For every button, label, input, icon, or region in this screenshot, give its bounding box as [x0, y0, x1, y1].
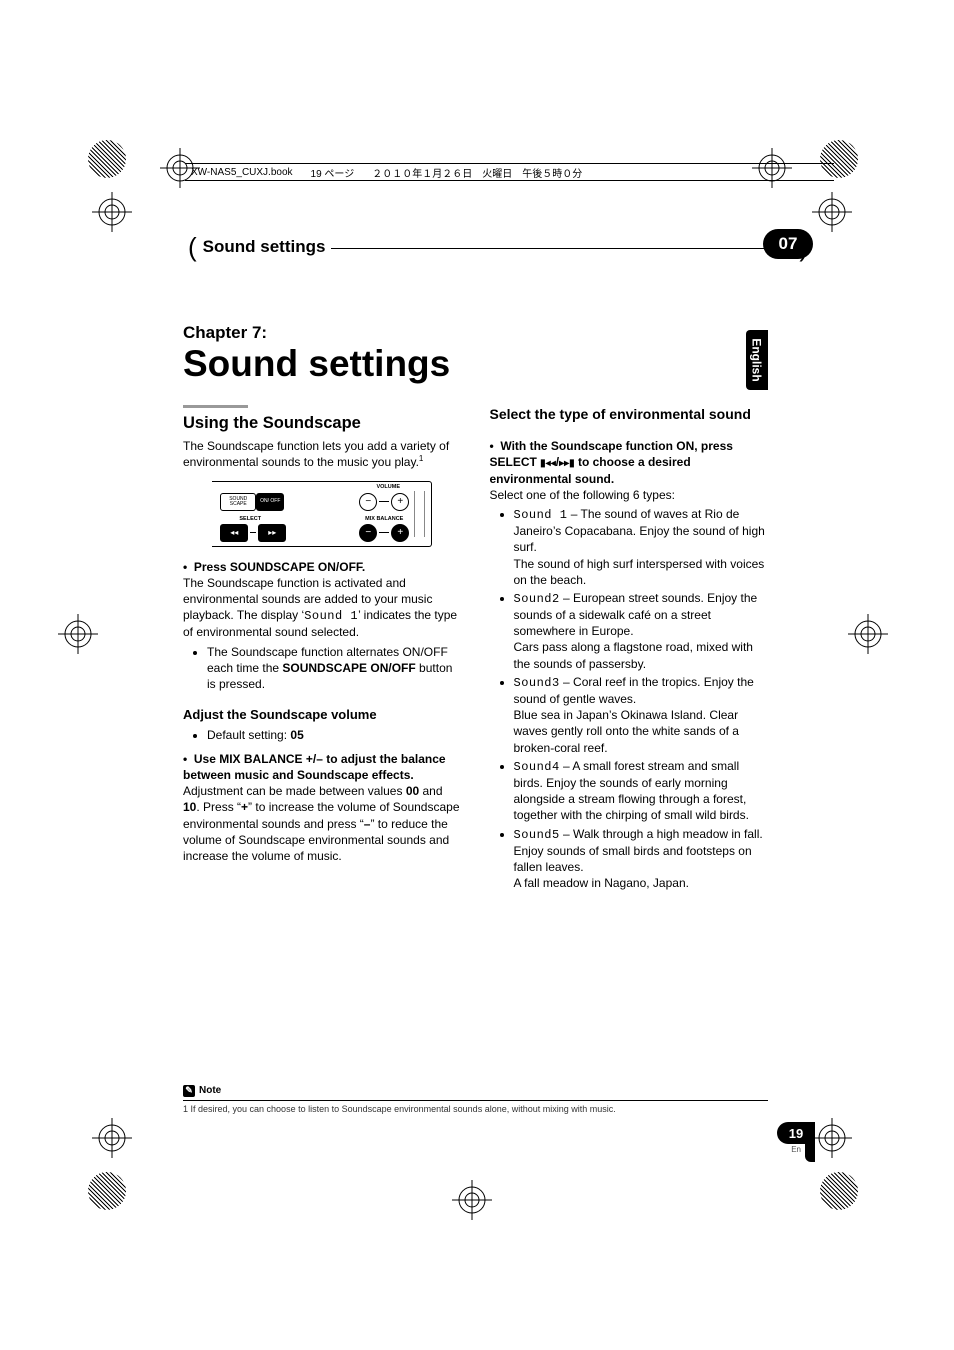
section-rule: [183, 405, 248, 408]
note-text: 1 If desired, you can choose to listen t…: [183, 1104, 768, 1114]
segment-display-text: Sound 1: [304, 609, 358, 623]
prev-track-icon: [540, 455, 556, 469]
sound-type-item: Sound 1 – The sound of waves at Rio de J…: [514, 506, 769, 588]
registration-mark-icon: [58, 614, 98, 654]
step-lead: • With the Soundscape function ON, press…: [490, 438, 769, 487]
remote-label-mixbalance: MIX BALANCE: [349, 516, 419, 523]
intro-paragraph: The Soundscape function lets you add a v…: [183, 438, 462, 470]
segment-display-text: Sound5: [514, 828, 560, 842]
file-page: 19 ページ: [311, 165, 355, 180]
rule-line: [331, 248, 793, 249]
soundscape-button: SOUND SCAPE: [220, 493, 256, 511]
registration-mark-icon: [848, 614, 888, 654]
hatched-circle: [88, 1172, 126, 1210]
remote-row: − +: [220, 524, 423, 542]
step-body: The Soundscape function is activated and…: [183, 575, 462, 641]
note-tag: ✎ Note: [183, 1085, 221, 1097]
remote-label-select: SELECT: [220, 516, 280, 523]
volume-plus-button: +: [391, 493, 409, 511]
mix-plus-button: +: [391, 524, 409, 542]
registration-mark-icon: [812, 1118, 852, 1158]
sub-bullet: The Soundscape function alternates ON/OF…: [207, 644, 462, 693]
next-track-icon: [559, 455, 575, 469]
note-rule: [183, 1100, 768, 1101]
paren-icon: (: [188, 232, 197, 263]
note-section: ✎ Note 1 If desired, you can choose to l…: [183, 1080, 768, 1114]
left-column: Using the Soundscape The Soundscape func…: [183, 405, 462, 893]
chapter-label: Chapter 7:: [183, 323, 450, 343]
step-lead: • Press SOUNDSCAPE ON/OFF.: [183, 559, 462, 575]
remote-label-volume: VOLUME: [353, 484, 423, 491]
section-heading: Using the Soundscape: [183, 412, 462, 434]
default-setting: Default setting: 05: [207, 727, 462, 743]
mix-minus-button: −: [359, 524, 377, 542]
right-column: Select the type of environmental sound •…: [490, 405, 769, 893]
registration-mark-icon: [92, 1118, 132, 1158]
sound-type-item: Sound5 – Walk through a high meadow in f…: [514, 826, 769, 892]
page-number-badge: 19 En: [741, 1122, 815, 1158]
volume-minus-button: −: [359, 493, 377, 511]
sound-type-item: Sound3 – Coral reef in the tropics. Enjo…: [514, 674, 769, 756]
language-tab: English: [746, 330, 768, 390]
hatched-circle: [88, 140, 126, 178]
segment-display-text: Sound3: [514, 676, 560, 690]
step-body: Adjustment can be made between values 00…: [183, 783, 462, 864]
registration-mark-icon: [452, 1180, 492, 1220]
registration-mark-icon: [92, 192, 132, 232]
prev-icon: [230, 529, 238, 537]
segment-display-text: Sound 1: [514, 508, 568, 522]
footnote-ref: 1: [419, 454, 423, 463]
sound-type-list: Sound 1 – The sound of waves at Rio de J…: [490, 506, 769, 891]
remote-diagram: VOLUME SOUND SCAPE ON/ OFF − + SELECT MI…: [212, 481, 432, 547]
registration-mark-icon: [812, 192, 852, 232]
chapter-heading: Chapter 7: Sound settings: [183, 323, 450, 384]
sub-bullet-list: The Soundscape function alternates ON/OF…: [183, 644, 462, 693]
file-name: XW-NAS5_CUXJ.book: [191, 167, 293, 178]
note-icon: ✎: [183, 1085, 195, 1097]
subsection-heading: Adjust the Soundscape volume: [183, 706, 462, 724]
next-icon: [268, 529, 276, 537]
step-lead: • Use MIX BALANCE +/– to adjust the bala…: [183, 751, 462, 783]
sound-type-item: Sound4 – A small forest stream and small…: [514, 758, 769, 824]
hatched-circle: [820, 1172, 858, 1210]
chapter-number-badge: 07: [763, 229, 813, 259]
sound-type-item: Sound2 – European street sounds. Enjoy t…: [514, 590, 769, 672]
select-intro: Select one of the following 6 types:: [490, 487, 769, 503]
select-next-button: [258, 524, 286, 542]
segment-display-text: Sound2: [514, 592, 560, 606]
chapter-title: Sound settings: [183, 345, 450, 384]
segment-display-text: Sound4: [514, 760, 560, 774]
running-head-title: Sound settings: [203, 237, 326, 257]
remote-row: SOUND SCAPE ON/ OFF − +: [220, 493, 423, 511]
running-head: ( Sound settings ): [188, 234, 808, 260]
subsection-heading: Select the type of environmental sound: [490, 405, 769, 424]
sub-bullet-list: Default setting: 05: [183, 727, 462, 743]
select-prev-button: [220, 524, 248, 542]
onoff-button: ON/ OFF: [256, 493, 284, 511]
file-info-bar: XW-NAS5_CUXJ.book 19 ページ ２０１０年１月２６日 火曜日 …: [185, 163, 834, 181]
file-date: ２０１０年１月２６日 火曜日 午後５時０分: [372, 165, 582, 180]
